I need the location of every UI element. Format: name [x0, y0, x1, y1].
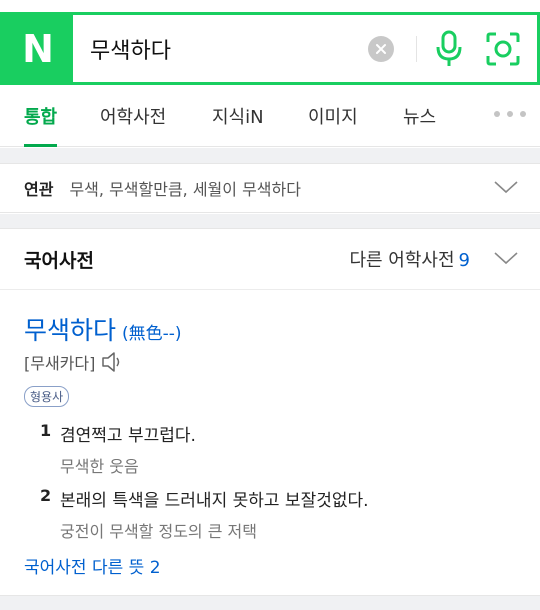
- section-gap: [0, 148, 540, 163]
- sense-definition: 겸연쩍고 부끄럽다.: [60, 426, 196, 446]
- tab-integrated[interactable]: 통합: [24, 85, 58, 147]
- dictionary-header: 국어사전 다른 어학사전 9: [0, 228, 540, 290]
- tab-knowledge-in[interactable]: 지식iN: [212, 85, 264, 147]
- other-dictionaries-count: 9: [458, 250, 470, 271]
- related-label: 연관: [24, 180, 54, 199]
- dictionary-entry: 무색하다 (無色--) [무새카다] 형용사 1 겸연쩍고 부끄럽다. 무색한 …: [0, 291, 540, 595]
- pronunciation-text: [무새카다]: [24, 354, 96, 373]
- chevron-down-icon[interactable]: [494, 250, 518, 269]
- clear-icon[interactable]: [368, 35, 394, 62]
- more-meanings-link[interactable]: 국어사전 다른 뜻 2: [24, 553, 161, 578]
- other-dictionaries-link[interactable]: 다른 어학사전 9: [349, 246, 470, 272]
- microphone-icon[interactable]: [433, 29, 465, 69]
- entry-hanja: (無色--): [122, 324, 182, 344]
- logo-letter: N: [22, 26, 54, 71]
- pronunciation: [무새카다]: [24, 350, 125, 374]
- search-bar: N 무색하다: [0, 12, 540, 85]
- part-of-speech-badge: 형용사: [24, 386, 70, 407]
- speaker-icon[interactable]: [101, 351, 125, 373]
- section-gap: [0, 595, 540, 610]
- tab-images[interactable]: 이미지: [308, 85, 358, 147]
- sense-example: 무색한 웃음: [60, 457, 139, 476]
- tab-news[interactable]: 뉴스: [403, 85, 436, 147]
- search-input[interactable]: 무색하다: [73, 33, 368, 65]
- related-keywords[interactable]: 무색, 무색할만큼, 세월이 무색하다: [69, 176, 301, 200]
- section-gap: [0, 214, 540, 228]
- sense-example: 궁전이 무색할 정도의 큰 저택: [60, 522, 257, 541]
- lens-icon[interactable]: [483, 29, 523, 69]
- sense-number: 2: [40, 486, 52, 505]
- chevron-down-icon[interactable]: [494, 179, 518, 198]
- sense-definition: 본래의 특색을 드러내지 못하고 보잘것없다.: [60, 491, 369, 511]
- entry-word[interactable]: 무색하다: [24, 311, 116, 347]
- headword: 무색하다 (無色--): [24, 311, 182, 347]
- related-searches: 연관 무색, 무색할만큼, 세월이 무색하다: [0, 163, 540, 213]
- tab-dictionary[interactable]: 어학사전: [100, 85, 166, 147]
- naver-logo[interactable]: N: [3, 15, 73, 82]
- more-tabs-icon[interactable]: [494, 111, 526, 117]
- dictionary-title: 국어사전: [24, 249, 94, 272]
- tab-bar: 통합 어학사전 지식iN 이미지 뉴스: [0, 85, 540, 147]
- other-dictionaries-label: 다른 어학사전: [349, 250, 455, 271]
- sense-number: 1: [40, 421, 52, 440]
- divider: [416, 35, 417, 62]
